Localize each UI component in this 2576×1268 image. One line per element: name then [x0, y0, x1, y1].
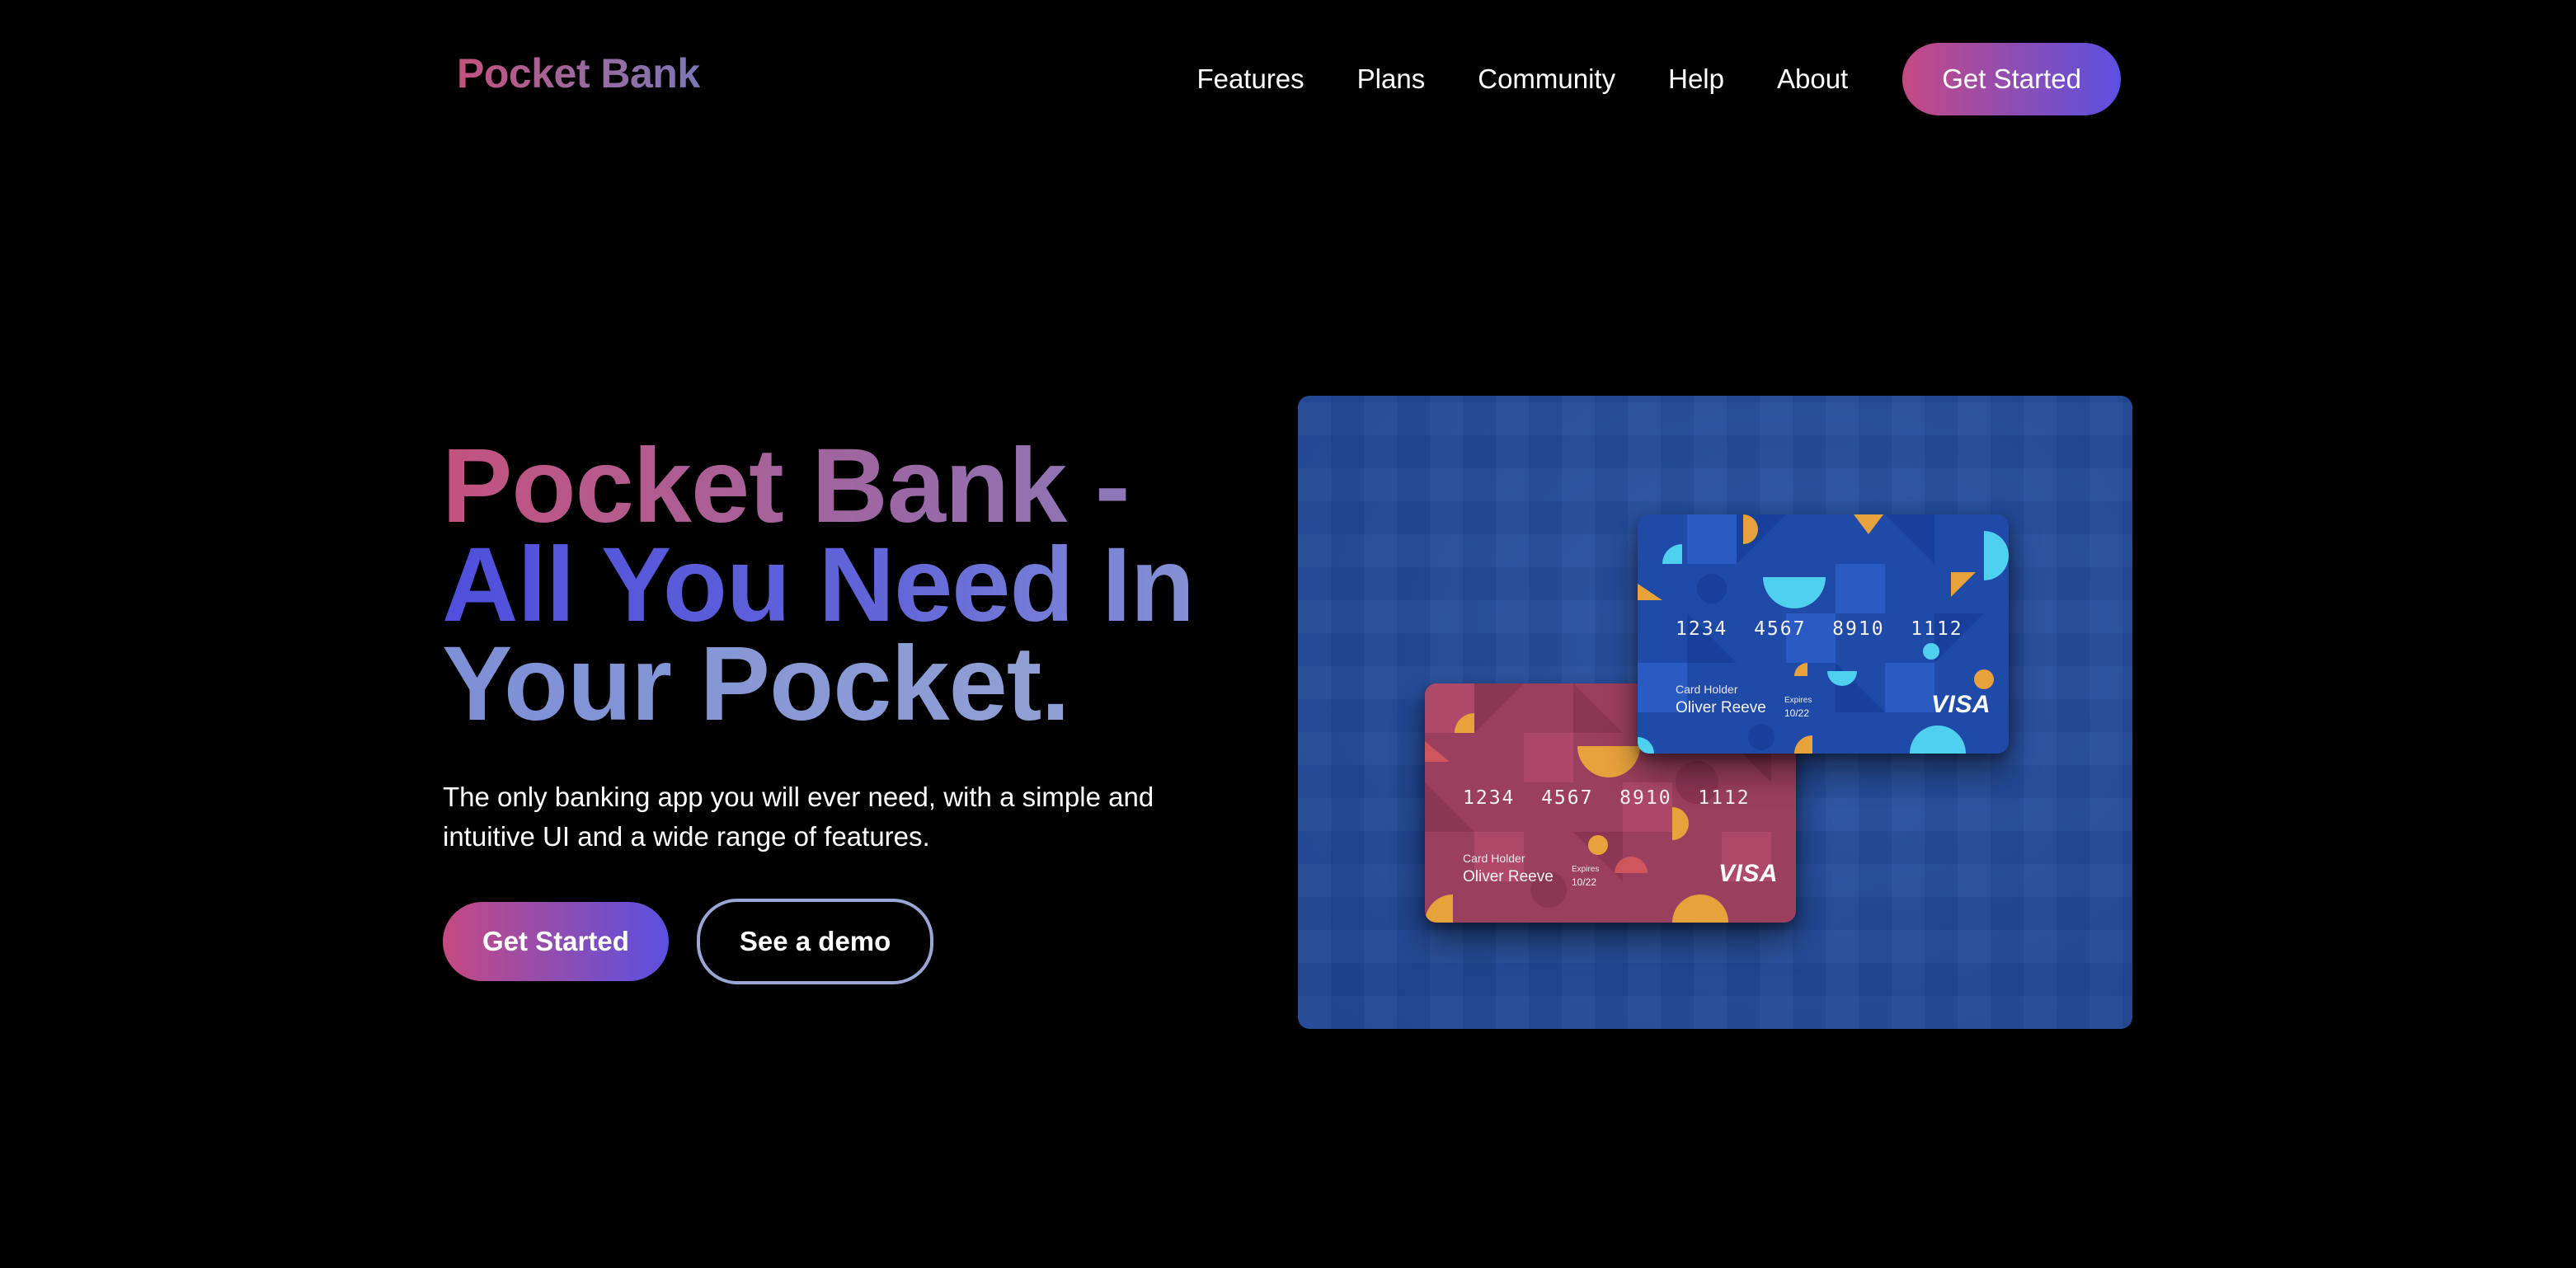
nav-plans[interactable]: Plans: [1357, 63, 1426, 95]
visa-logo: VISA: [1718, 860, 1778, 887]
hero-subtitle: The only banking app you will ever need,…: [443, 782, 1154, 852]
card-holder-label: Card Holder: [1676, 683, 1738, 696]
nav-community[interactable]: Community: [1478, 63, 1615, 95]
header-get-started-button[interactable]: Get Started: [1902, 43, 2121, 115]
hero-buttons: Get Started See a demo: [443, 899, 934, 984]
card-expires-label: Expires: [1572, 865, 1600, 874]
card-expires-label: Expires: [1784, 696, 1812, 705]
card-holder-label: Card Holder: [1463, 852, 1525, 865]
hero-title: Pocket Bank - All You Need In Your Pocke…: [442, 434, 1195, 737]
card-expires-value: 10/22: [1572, 876, 1597, 888]
card-holder-name: Oliver Reeve: [1676, 699, 1766, 716]
main-nav: Features Plans Community Help About Get …: [1196, 43, 2121, 115]
hero-title-line-3: Your Pocket.: [442, 632, 1194, 737]
logo[interactable]: Pocket Bank: [457, 51, 700, 96]
credit-card-blue: 1234 4567 8910 1112 Card Holder Oliver R…: [1638, 514, 2009, 754]
card-expires-value: 10/22: [1784, 707, 1810, 719]
nav-features[interactable]: Features: [1196, 63, 1304, 95]
hero-title-line-1: Pocket Bank -: [442, 434, 1194, 539]
card-holder-name: Oliver Reeve: [1463, 868, 1554, 885]
visa-logo: VISA: [1930, 691, 1991, 718]
card-number: 1234 4567 8910 1112: [1463, 787, 1751, 809]
card-number: 1234 4567 8910 1112: [1676, 618, 1963, 640]
hero-title-line-2: All You Need In: [442, 526, 1195, 644]
hero-illustration: 1234 4567 8910 1112 Card Holder Oliver R…: [1298, 396, 2132, 1029]
get-started-button[interactable]: Get Started: [443, 902, 669, 981]
nav-help[interactable]: Help: [1668, 63, 1724, 95]
see-demo-button[interactable]: See a demo: [696, 899, 934, 984]
nav-about[interactable]: About: [1777, 63, 1848, 95]
